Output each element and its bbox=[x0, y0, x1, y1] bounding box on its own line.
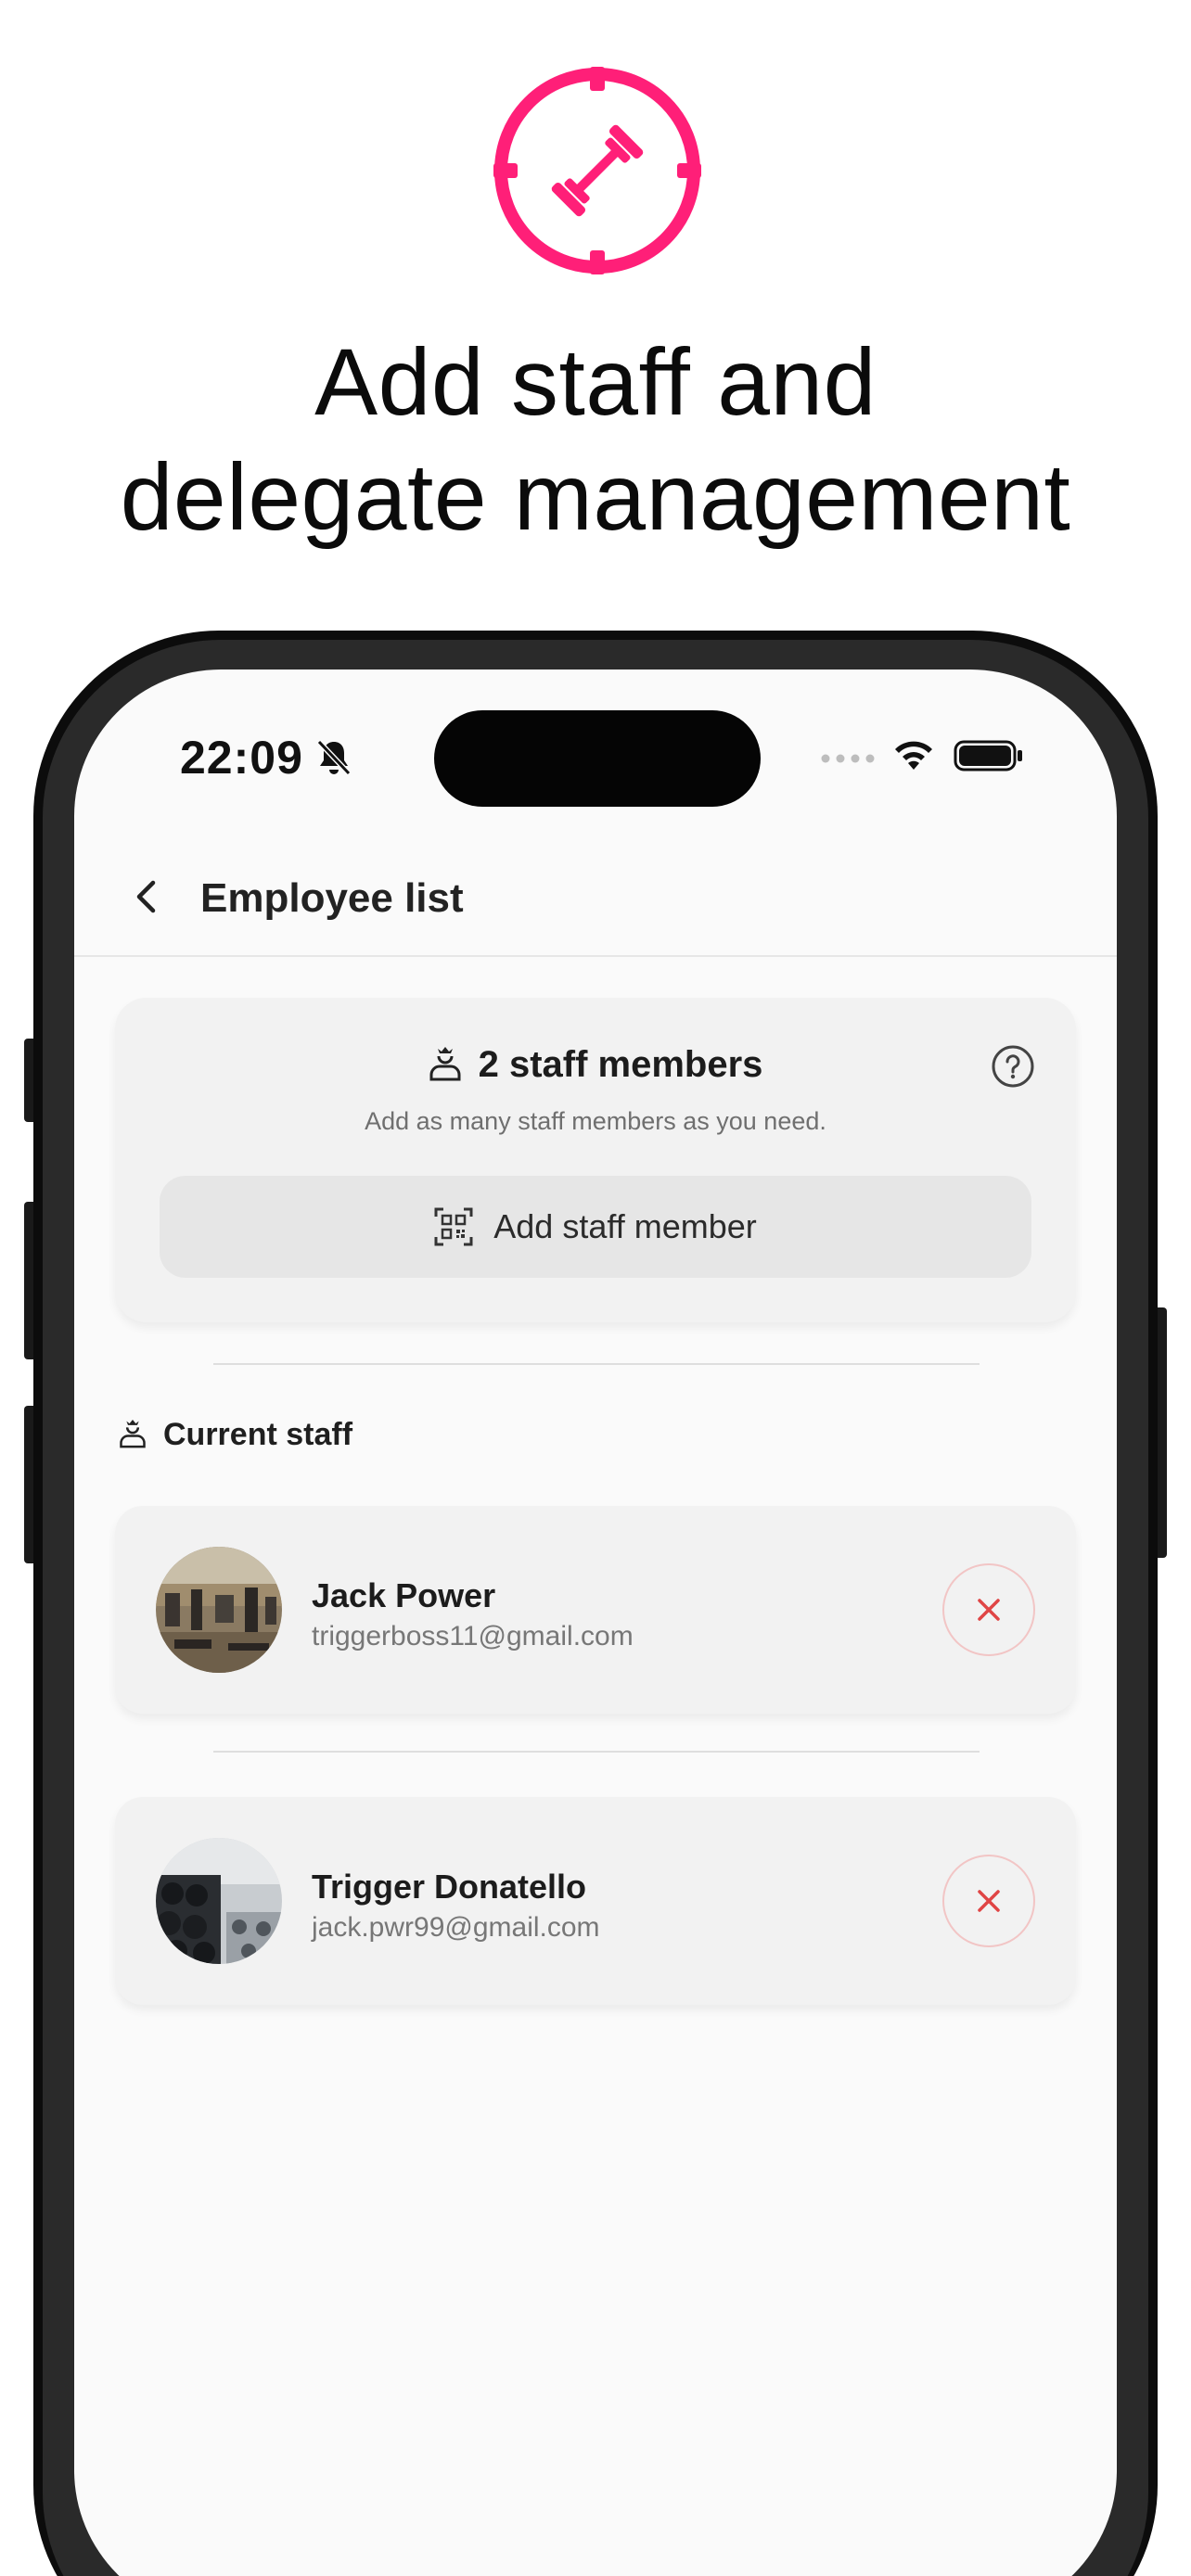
staff-person-icon bbox=[429, 1047, 461, 1081]
dynamic-island bbox=[434, 710, 761, 807]
promo-headline: Add staff and delegate management bbox=[0, 325, 1191, 555]
headline-line-1: Add staff and bbox=[314, 329, 877, 435]
employee-name: Trigger Donatello bbox=[312, 1868, 587, 1906]
current-staff-label: Current staff bbox=[163, 1417, 353, 1452]
phone-screen: 22:09 Employee list 2 staff members Add … bbox=[74, 670, 1117, 2576]
employee-card[interactable]: Jack Power triggerboss11@gmail.com bbox=[115, 1506, 1076, 1714]
headline-line-2: delegate management bbox=[120, 444, 1071, 550]
close-icon bbox=[978, 1890, 1000, 1912]
close-icon bbox=[978, 1599, 1000, 1621]
staff-summary-subtitle: Add as many staff members as you need. bbox=[365, 1107, 826, 1135]
app-bar: Employee list bbox=[74, 836, 1117, 957]
status-time: 22:09 bbox=[180, 732, 303, 784]
dumbbell-crosshair-logo-icon bbox=[493, 67, 701, 274]
employee-card[interactable]: Trigger Donatello jack.pwr99@gmail.com bbox=[115, 1797, 1076, 2005]
staff-person-icon bbox=[120, 1420, 146, 1448]
gym-interior-photo bbox=[156, 1547, 282, 1673]
chevron-left-icon[interactable] bbox=[124, 874, 171, 920]
employee-email: jack.pwr99@gmail.com bbox=[312, 1912, 600, 1943]
staff-count-label: 2 staff members bbox=[478, 1044, 763, 1085]
avatar bbox=[156, 1547, 282, 1673]
question-circle-icon[interactable] bbox=[991, 1044, 1035, 1089]
staff-count-row: 2 staff members bbox=[115, 1044, 1076, 1086]
divider bbox=[213, 1751, 980, 1753]
signal-dots-icon bbox=[821, 754, 875, 763]
bell-slash-icon bbox=[316, 739, 352, 776]
remove-employee-button[interactable] bbox=[942, 1855, 1035, 1947]
page-title: Employee list bbox=[200, 875, 464, 921]
divider bbox=[213, 1363, 980, 1365]
employee-name: Jack Power bbox=[312, 1576, 496, 1614]
avatar bbox=[156, 1838, 282, 1964]
dumbbell-rack-photo bbox=[156, 1838, 282, 1964]
employee-email: triggerboss11@gmail.com bbox=[312, 1621, 634, 1651]
remove-employee-button[interactable] bbox=[942, 1563, 1035, 1656]
qr-code-icon bbox=[434, 1207, 473, 1246]
battery-icon bbox=[954, 740, 1022, 772]
current-staff-heading: Current staff bbox=[119, 1417, 352, 1453]
wifi-icon bbox=[895, 741, 932, 770]
add-staff-member-button[interactable]: Add staff member bbox=[160, 1176, 1031, 1278]
staff-summary-card: 2 staff members Add as many staff member… bbox=[115, 998, 1076, 1322]
add-staff-member-label: Add staff member bbox=[493, 1207, 757, 1245]
